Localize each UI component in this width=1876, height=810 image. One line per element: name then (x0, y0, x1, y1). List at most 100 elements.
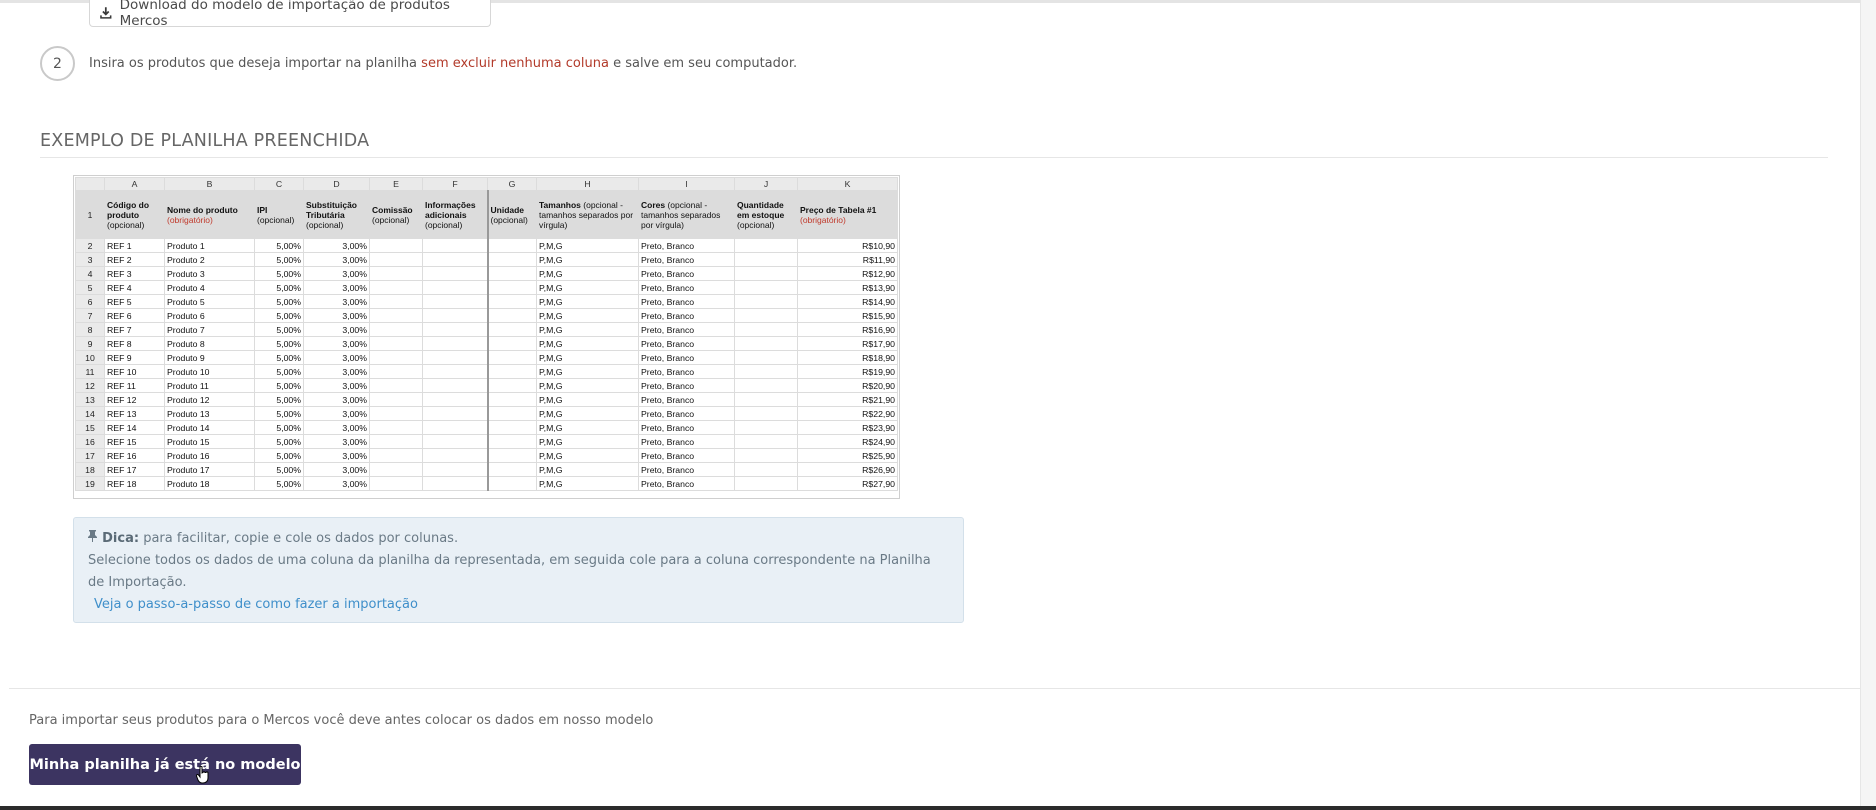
table-cell: R$19,90 (797, 364, 898, 379)
table-cell (369, 364, 423, 379)
table-cell: REF 8 (104, 336, 165, 351)
spreadsheet-ready-label: Minha planilha já está no modelo (29, 756, 301, 773)
table-cell (422, 392, 488, 407)
table-cell (369, 294, 423, 309)
hand-cursor-icon (196, 766, 209, 784)
table-cell: 3,00% (303, 392, 370, 407)
table-cell: Preto, Branco (638, 252, 735, 267)
table-cell: P,M,G (536, 266, 639, 281)
table-cell: 5,00% (254, 308, 304, 323)
table-cell: Produto 13 (164, 406, 255, 421)
table-row: 16 REF 15 Produto 15 5,00% 3,00% P,M,G Preto, … (75, 434, 898, 449)
table-cell (369, 476, 423, 491)
table-cell (422, 322, 488, 337)
step-2-text-before: Insira os produtos que deseja importar n… (89, 56, 422, 71)
row-number: 2 (75, 238, 105, 253)
header-cell-title: Tamanhos (539, 199, 581, 210)
row-number: 8 (75, 322, 105, 337)
table-cell: REF 2 (104, 252, 165, 267)
table-cell (734, 252, 798, 267)
download-template-label: Download do modelo de importação de prod… (119, 0, 450, 29)
table-cell: 3,00% (303, 420, 370, 435)
table-cell: REF 6 (104, 308, 165, 323)
table-cell (369, 462, 423, 477)
download-template-button[interactable]: Download do modelo de importação de prod… (89, 0, 491, 29)
table-cell: R$24,90 (797, 434, 898, 449)
table-cell: P,M,G (536, 392, 639, 407)
table-cell: Preto, Branco (638, 448, 735, 463)
row-number: 17 (75, 448, 105, 463)
table-cell (369, 434, 423, 449)
table-cell (486, 406, 537, 421)
tip-line-1: para facilitar, copie e cole os dados po… (139, 531, 459, 546)
header-cell-note: (opcional) (425, 219, 463, 230)
table-cell: P,M,G (536, 336, 639, 351)
table-cell: Produto 16 (164, 448, 255, 463)
table-cell: 5,00% (254, 280, 304, 295)
table-cell: R$13,90 (797, 280, 898, 295)
table-cell: 3,00% (303, 406, 370, 421)
row-number: 12 (75, 378, 105, 393)
table-cell (422, 350, 488, 365)
table-cell: Produto 8 (164, 336, 255, 351)
table-cell (486, 280, 537, 295)
table-cell (734, 406, 798, 421)
table-cell: R$16,90 (797, 322, 898, 337)
row-number: 10 (75, 350, 105, 365)
table-cell: 3,00% (303, 322, 370, 337)
column-letter: A (104, 177, 165, 191)
table-cell: 3,00% (303, 294, 370, 309)
table-cell: Produto 1 (164, 238, 255, 253)
example-section-title: EXEMPLO DE PLANILHA PREENCHIDA (40, 131, 370, 151)
step-number-badge: 2 (40, 46, 75, 81)
table-cell (369, 392, 423, 407)
table-cell (422, 308, 488, 323)
table-cell: Produto 3 (164, 266, 255, 281)
table-cell (422, 294, 488, 309)
table-cell (486, 476, 537, 491)
table-cell: P,M,G (536, 238, 639, 253)
table-cell: Produto 10 (164, 364, 255, 379)
table-row: 4 REF 3 Produto 3 5,00% 3,00% P,M,G Preto, Bra… (75, 266, 898, 281)
table-cell: R$14,90 (797, 294, 898, 309)
step-2-warning: sem excluir nenhuma coluna (421, 56, 609, 71)
table-cell: 3,00% (303, 364, 370, 379)
table-cell: 3,00% (303, 462, 370, 477)
table-cell (734, 420, 798, 435)
spreadsheet-header-row: 1 Código do produto (opcional) Nome do pr… (75, 190, 898, 239)
header-cell-title: Quantidade em estoque (737, 199, 785, 220)
table-cell (486, 252, 537, 267)
table-cell: REF 4 (104, 280, 165, 295)
table-cell: R$26,90 (797, 462, 898, 477)
column-letter: F (422, 177, 488, 191)
header-cell: IPI (opcional) (254, 190, 304, 239)
table-cell: REF 5 (104, 294, 165, 309)
table-cell: REF 16 (104, 448, 165, 463)
table-cell (369, 308, 423, 323)
header-cell: Cores (opcional - tamanhos separados por… (638, 190, 735, 239)
row-number: 18 (75, 462, 105, 477)
import-tutorial-link[interactable]: Veja o passo-a-passo de como fazer a imp… (94, 594, 949, 616)
table-cell (369, 252, 423, 267)
table-cell: REF 7 (104, 322, 165, 337)
table-cell (734, 294, 798, 309)
page-scrollbar[interactable] (1860, 0, 1876, 810)
table-cell: R$23,90 (797, 420, 898, 435)
table-cell: Produto 12 (164, 392, 255, 407)
header-cell: Nome do produto (obrigatório) (164, 190, 255, 239)
table-cell: Preto, Branco (638, 406, 735, 421)
table-cell: 3,00% (303, 280, 370, 295)
table-cell (486, 420, 537, 435)
table-cell: 5,00% (254, 322, 304, 337)
table-cell: 5,00% (254, 252, 304, 267)
table-cell: P,M,G (536, 448, 639, 463)
table-cell: 5,00% (254, 364, 304, 379)
table-cell (422, 266, 488, 281)
column-letter: E (369, 177, 423, 191)
table-cell: P,M,G (536, 364, 639, 379)
spreadsheet-ready-button[interactable]: Minha planilha já está no modelo (29, 744, 301, 785)
table-cell (369, 322, 423, 337)
header-cell-title: Cores (641, 199, 666, 210)
table-cell (486, 364, 537, 379)
table-cell (734, 336, 798, 351)
